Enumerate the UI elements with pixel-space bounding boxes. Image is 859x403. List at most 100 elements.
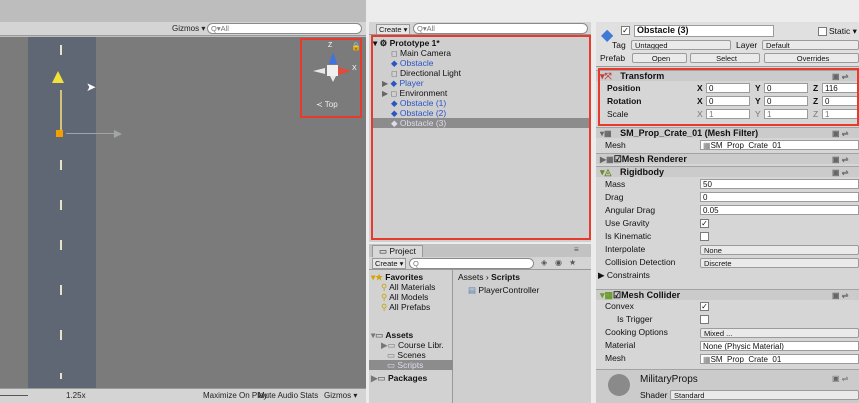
prefab-select-button[interactable]: Select (690, 53, 760, 63)
scene-search-input[interactable]: Q▾All (207, 23, 362, 34)
view-mode-label[interactable]: ≺ Top (316, 100, 338, 109)
move-gizmo-x-arrow[interactable] (114, 130, 122, 138)
hierarchy-item[interactable]: ▶ ◆ Player (382, 78, 424, 88)
component-settings-icon[interactable]: ▣ ⇌ (832, 290, 848, 301)
scale-slider-track[interactable] (0, 395, 28, 396)
hierarchy-item-selected[interactable]: ◆ Obstacle (3) (373, 118, 589, 128)
constraints-foldout[interactable]: ▶ Constraints (598, 270, 650, 280)
component-settings-icon[interactable]: ▣ ⇌ (832, 154, 848, 165)
unity-scene-icon: ▾ ⚙ (373, 38, 388, 48)
tree-label: Favorites (385, 272, 424, 282)
project-search-input[interactable]: Q (409, 258, 534, 269)
gizmo-z-cone[interactable] (329, 52, 337, 64)
prefab-open-button[interactable]: Open (632, 53, 687, 63)
is-kinematic-checkbox[interactable] (700, 232, 709, 241)
convex-checkbox[interactable]: ✓ (700, 302, 709, 311)
use-gravity-checkbox[interactable]: ✓ (700, 219, 709, 228)
component-settings-icon[interactable]: ▣ ⇌ (832, 167, 848, 178)
mass-field[interactable]: 50 (700, 179, 859, 189)
collider-mesh-field[interactable]: ▦SM_Prop_Crate_01 (700, 354, 859, 364)
hierarchy-item[interactable]: ◆ Obstacle (1) (391, 98, 446, 108)
gizmo-neg-x-cone[interactable] (313, 68, 325, 74)
cooking-options-label: Cooking Options (605, 327, 668, 337)
lock-icon[interactable]: 🔒 (351, 42, 361, 51)
mesh-filter-header[interactable]: ▾▦ SM_Prop_Crate_01 (Mesh Filter) ▣ ⇌ (596, 127, 859, 138)
folder-icon: ▾▭ (371, 330, 384, 340)
mesh-icon: ▦ (703, 141, 711, 150)
rigidbody-header[interactable]: ▾◬ Rigidbody ▣ ⇌ (596, 166, 859, 177)
is-trigger-checkbox[interactable] (700, 315, 709, 324)
mesh-renderer-header[interactable]: ▶▦☑Mesh Renderer ▣ ⇌ (596, 153, 859, 164)
enabled-checkbox[interactable]: ☑ (614, 154, 622, 164)
active-checkbox[interactable]: ✓ (621, 26, 630, 35)
assets-header[interactable]: ▾▭ Assets (371, 330, 413, 340)
enabled-checkbox[interactable]: ☑ (613, 290, 621, 300)
mesh-filter-icon: ▾▦ (600, 129, 612, 138)
tree-label: Scripts (397, 360, 424, 370)
gizmos-dropdown[interactable]: Gizmos ▾ (172, 24, 205, 33)
interpolate-dropdown[interactable]: None (700, 245, 859, 255)
game-gizmos-dropdown[interactable]: Gizmos ▾ (324, 391, 357, 400)
folder-icon: ▶▭ (381, 340, 396, 350)
gizmo-center-cube[interactable] (327, 65, 338, 76)
gameobject-icon: ◻ (391, 69, 398, 78)
cooking-options-dropdown[interactable]: Mixed ... (700, 328, 859, 338)
folder-item[interactable]: ▶▭ Course Libr. (381, 340, 444, 350)
scale-value: 1.25x (66, 391, 86, 400)
favorite-item[interactable]: ⚲ All Prefabs (381, 302, 430, 312)
mesh-collider-header[interactable]: ▾▦☑Mesh Collider ▣ ⇌ (596, 289, 859, 300)
lane-marking (60, 200, 62, 210)
stats-toggle[interactable]: Stats (300, 391, 318, 400)
hierarchy-search-input[interactable]: Q▾All (413, 23, 588, 34)
favorites-header[interactable]: ▾★ Favorites (371, 272, 423, 282)
packages-header[interactable]: ▶▭ Packages (371, 373, 427, 383)
breadcrumb-scripts[interactable]: Scripts (491, 272, 520, 282)
project-create-button[interactable]: Create ▾ (372, 258, 407, 269)
favorite-item[interactable]: ⚲ All Materials (381, 282, 435, 292)
favorite-item[interactable]: ⚲ All Models (381, 292, 428, 302)
file-item[interactable]: ▤ PlayerController (468, 285, 539, 295)
component-settings-icon[interactable]: ▣ ⇌ (832, 374, 848, 383)
hierarchy-item[interactable]: ◻ Directional Light (391, 68, 461, 78)
list-item-label: Prototype 1* (389, 38, 440, 48)
hierarchy-item[interactable]: ▶ ◻ Environment (382, 88, 447, 98)
filter-type-icon[interactable]: ◈ (541, 258, 547, 267)
object-name-field[interactable]: Obstacle (3) (634, 25, 774, 37)
hierarchy-item[interactable]: ◻ Main Camera (391, 48, 451, 58)
hierarchy-item[interactable]: ◆ Obstacle (2) (391, 108, 446, 118)
mesh-object-field[interactable]: ▦SM_Prop_Crate_01 (700, 140, 859, 150)
angular-drag-field[interactable]: 0.05 (700, 205, 859, 215)
panel-menu-icon[interactable]: ≡ (574, 245, 579, 254)
breadcrumb-assets[interactable]: Assets (458, 272, 484, 282)
prefab-cube-icon: ◆ (391, 98, 398, 108)
gizmo-x-cone[interactable] (338, 67, 351, 75)
interpolate-label: Interpolate (605, 244, 646, 254)
collision-detection-dropdown[interactable]: Discrete (700, 258, 859, 268)
prefab-cube-icon: ◆ (390, 78, 398, 88)
tree-label: Course Libr. (397, 340, 444, 350)
filter-label-icon[interactable]: ◉ (555, 258, 562, 267)
shader-dropdown[interactable]: Standard (670, 390, 859, 400)
expand-arrow-icon[interactable]: ▶ (382, 79, 388, 88)
expand-arrow-icon[interactable]: ▶ (382, 89, 388, 98)
layer-dropdown[interactable]: Default (762, 40, 859, 50)
folder-item[interactable]: ▭ Scenes (387, 350, 426, 360)
tag-dropdown[interactable]: Untagged (631, 40, 731, 50)
scene-root-item[interactable]: ▾ ⚙ Prototype 1* (373, 38, 589, 48)
prefab-overrides-dropdown[interactable]: Overrides (764, 53, 859, 63)
material-preview-sphere[interactable] (608, 374, 630, 396)
component-settings-icon[interactable]: ▣ ⇌ (832, 128, 848, 139)
drag-field[interactable]: 0 (700, 192, 859, 202)
folder-item-selected[interactable]: ▭ Scripts (369, 360, 453, 370)
static-dropdown[interactable]: Static ▾ (829, 26, 857, 36)
hierarchy-item[interactable]: ◆ Obstacle (391, 58, 433, 68)
obstacle-marker[interactable] (56, 130, 63, 137)
mute-audio-toggle[interactable]: Mute Audio (258, 391, 298, 400)
move-gizmo-y-arrow[interactable] (52, 71, 64, 83)
static-checkbox[interactable] (818, 27, 827, 36)
physic-material-field[interactable]: None (Physic Material) (700, 341, 859, 351)
favorite-star-icon[interactable]: ★ (569, 258, 576, 267)
gizmo-neg-y-cone[interactable] (330, 76, 336, 82)
hierarchy-create-button[interactable]: Create ▾ (376, 24, 411, 35)
foldout-label: Constraints (606, 270, 650, 280)
